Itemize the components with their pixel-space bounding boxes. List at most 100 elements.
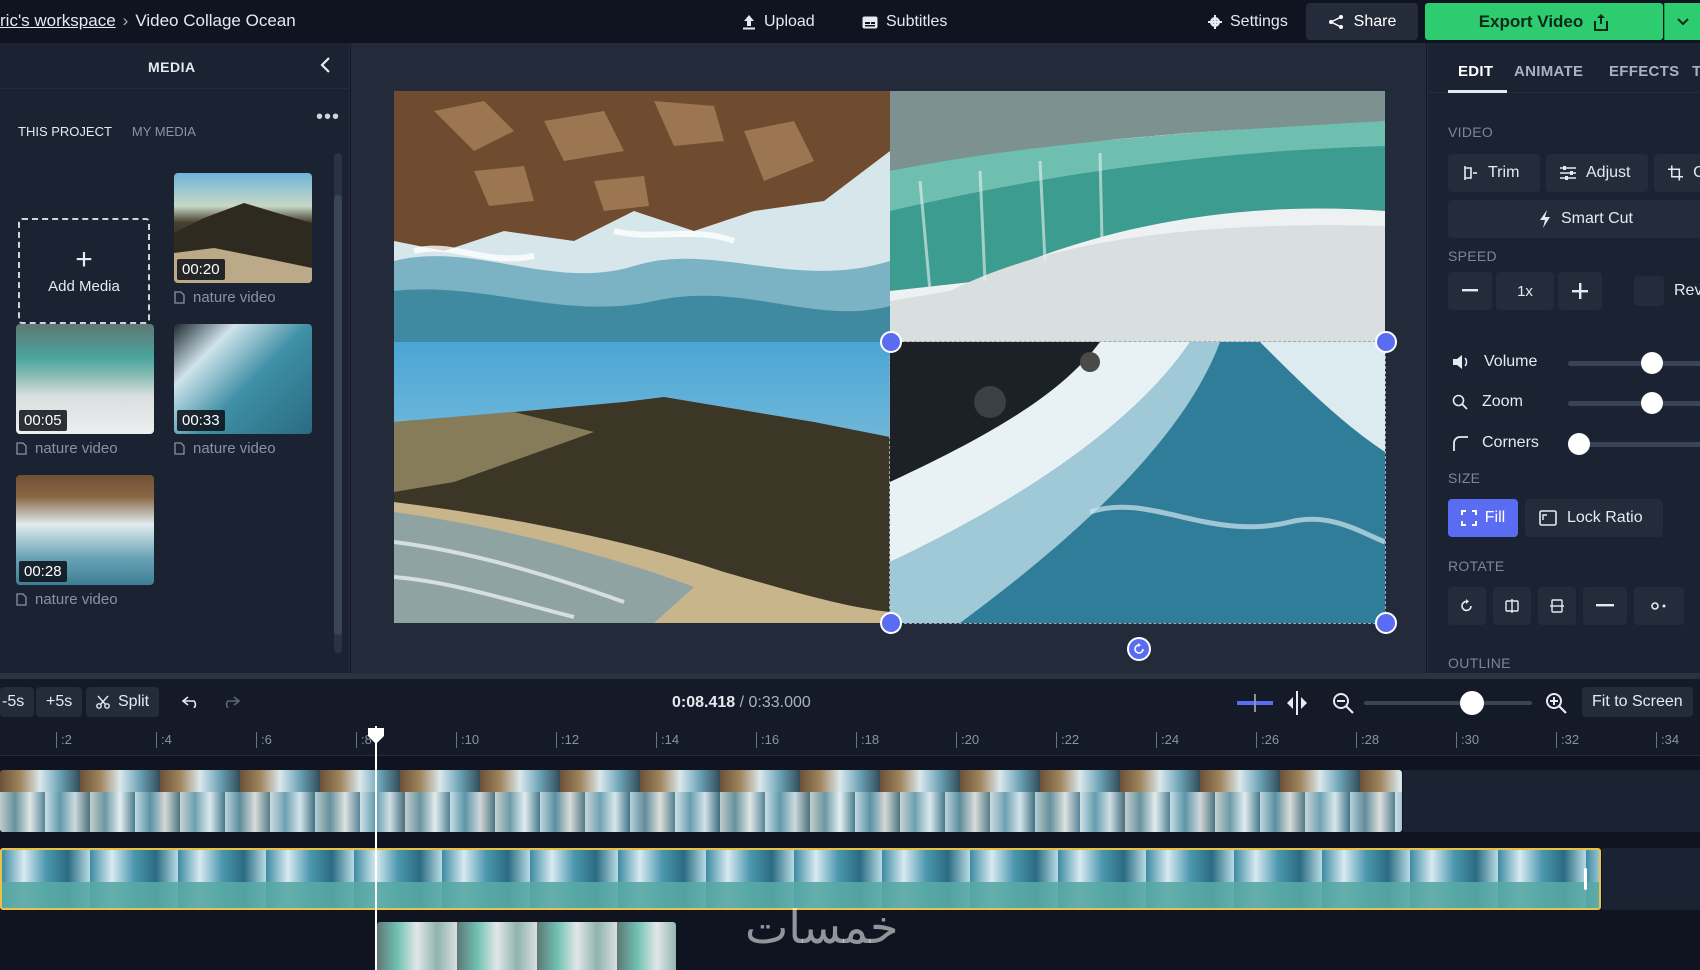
tab-this-project[interactable]: THIS PROJECT (18, 124, 112, 139)
crop-button[interactable]: Cr (1654, 154, 1700, 192)
media-thumbnail[interactable]: 00:33 (174, 324, 312, 434)
duration-badge: 00:05 (19, 410, 67, 431)
export-video-button[interactable]: Export Video (1425, 3, 1663, 40)
rotation-angle-button[interactable] (1634, 587, 1684, 625)
upload-button[interactable]: Upload (742, 8, 815, 36)
coast-image (394, 342, 890, 623)
redo-icon[interactable] (222, 696, 240, 708)
collage-cell-coast[interactable] (394, 342, 890, 623)
video-editor: ric's workspace › Video Collage Ocean Uplo… (0, 0, 1700, 970)
media-scrollbar[interactable] (334, 153, 342, 653)
file-icon (174, 291, 185, 304)
volume-slider[interactable] (1568, 361, 1700, 366)
lock-ratio-button[interactable]: Lock Ratio (1525, 499, 1663, 537)
workspace-link[interactable]: ric's workspace (0, 11, 116, 30)
timeline-clip-rocks[interactable] (0, 770, 1402, 832)
resize-handle-bottom-right[interactable] (1375, 612, 1397, 634)
collapse-panel-icon[interactable] (316, 55, 336, 75)
speed-increase-button[interactable] (1558, 272, 1602, 310)
trim-button[interactable]: Trim (1448, 154, 1540, 192)
zoom-in-icon[interactable] (1545, 692, 1567, 714)
adjust-button[interactable]: Adjust (1546, 154, 1648, 192)
more-options-icon[interactable]: ••• (316, 106, 340, 129)
flip-vertical-button[interactable] (1538, 587, 1576, 625)
clip-trim-handle[interactable] (1584, 868, 1587, 890)
duration-badge: 00:28 (19, 561, 67, 582)
corners-label: Corners (1482, 434, 1539, 451)
add-media-button[interactable]: + Add Media (18, 218, 150, 324)
zoom-slider[interactable] (1568, 401, 1700, 406)
tab-effects[interactable]: EFFECTS (1609, 63, 1679, 80)
subtitles-button[interactable]: Subtitles (862, 8, 947, 36)
settings-button[interactable]: Settings (1208, 8, 1288, 36)
media-panel-header: MEDIA (0, 43, 350, 89)
timeline-ruler[interactable]: :2 :4 :6 :8 :10 :12 :14 :16 :18 :20 :22 … (0, 726, 1700, 756)
timeline-zoom-thumb[interactable] (1460, 691, 1484, 715)
timeline-clip-waterfall[interactable] (377, 922, 676, 970)
sliders-icon (1560, 166, 1576, 180)
media-item[interactable]: 00:28 nature video (16, 475, 156, 608)
fit-to-screen-button[interactable]: Fit to Screen (1582, 687, 1693, 717)
flip-horizontal-button[interactable] (1493, 587, 1531, 625)
collage-cell-waterfall[interactable] (890, 91, 1385, 342)
share-button[interactable]: Share (1306, 3, 1418, 40)
video-collage[interactable] (394, 91, 1386, 624)
zoom-out-icon[interactable] (1332, 692, 1354, 714)
reverse-checkbox[interactable] (1634, 276, 1664, 306)
back-5s-button[interactable]: -5s (0, 687, 35, 717)
clip-filmstrip (0, 792, 1402, 832)
media-title: MEDIA (148, 59, 196, 75)
scrollbar-thumb[interactable] (334, 195, 342, 635)
corners-slider-thumb[interactable] (1568, 433, 1590, 455)
speed-decrease-button[interactable] (1448, 272, 1492, 310)
collage-cell-wave-selected[interactable] (889, 341, 1386, 624)
ruler-tick: :10 (456, 732, 479, 748)
media-name: nature video (35, 591, 118, 608)
fill-button[interactable]: Fill (1448, 499, 1518, 537)
split-label: Split (118, 693, 150, 710)
timeline-zoom-slider[interactable] (1364, 701, 1532, 705)
rotate-handle[interactable] (1127, 637, 1151, 661)
split-screen-icon[interactable] (1283, 691, 1311, 715)
resize-handle-bottom-left[interactable] (880, 612, 902, 634)
tab-more[interactable]: T (1692, 63, 1700, 80)
rotate-button[interactable] (1448, 587, 1486, 625)
playhead[interactable] (375, 726, 377, 970)
tab-my-media[interactable]: MY MEDIA (132, 124, 196, 139)
speed-value[interactable]: 1x (1496, 272, 1554, 310)
resize-handle-top-left[interactable] (880, 331, 902, 353)
subtitles-label: Subtitles (886, 13, 948, 30)
smart-cut-button[interactable]: Smart Cut (1448, 200, 1700, 238)
media-item[interactable]: 00:05 nature video (16, 324, 156, 457)
media-thumbnail[interactable]: 00:05 (16, 324, 154, 434)
collage-cell-rocks[interactable] (394, 91, 890, 342)
breadcrumb: ric's workspace › Video Collage Ocean (0, 11, 296, 31)
settings-label: Settings (1230, 13, 1288, 30)
add-media-label: Add Media (48, 277, 120, 295)
export-options-dropdown[interactable] (1664, 3, 1700, 40)
media-label: nature video (174, 440, 314, 457)
snap-icon[interactable] (1237, 694, 1273, 712)
undo-icon[interactable] (182, 696, 200, 708)
media-thumbnail[interactable]: 00:28 (16, 475, 154, 585)
angle-icon (1651, 602, 1666, 610)
straighten-button[interactable] (1583, 587, 1627, 625)
volume-slider-thumb[interactable] (1641, 352, 1663, 374)
flip-horizontal-icon (1505, 599, 1519, 613)
tab-edit[interactable]: EDIT (1458, 63, 1493, 80)
volume-label: Volume (1484, 353, 1538, 370)
media-thumbnail[interactable]: 00:20 (174, 173, 312, 283)
zoom-slider-thumb[interactable] (1641, 392, 1663, 414)
media-item[interactable]: 00:20 nature video (174, 173, 314, 306)
scissors-icon (96, 695, 110, 709)
resize-handle-top-right[interactable] (1375, 331, 1397, 353)
split-button[interactable]: Split (86, 687, 160, 717)
fill-label: Fill (1484, 509, 1506, 526)
tab-animate[interactable]: ANIMATE (1514, 63, 1583, 80)
forward-5s-button[interactable]: +5s (36, 687, 83, 717)
project-title[interactable]: Video Collage Ocean (135, 11, 295, 30)
playhead-marker-icon[interactable] (366, 727, 386, 745)
time-separator: / (735, 694, 749, 711)
ruler-tick: :22 (1056, 732, 1079, 748)
media-item[interactable]: 00:33 nature video (174, 324, 314, 457)
